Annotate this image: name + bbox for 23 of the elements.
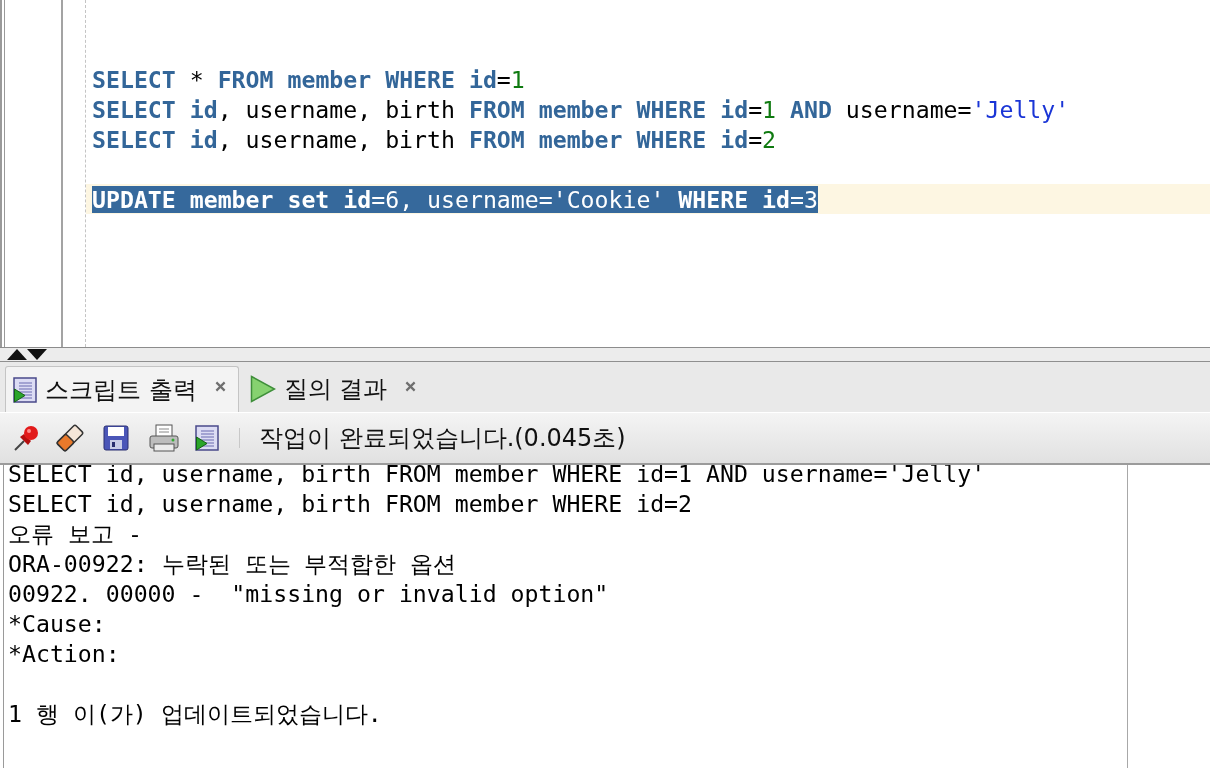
output-line: 1 행 이(가) 업데이트되었습니다. <box>8 699 382 729</box>
pushpin-icon[interactable] <box>13 424 41 452</box>
output-line: SELECT id, username, birth FROM member WHERE id=1 AND username='Jelly' <box>8 465 986 489</box>
down-triangle-icon[interactable] <box>27 349 47 360</box>
output-line: SELECT id, username, birth FROM member WHERE id=2 <box>8 489 693 519</box>
up-triangle-icon[interactable] <box>7 349 27 360</box>
code-line: SELECT id, username, birth FROM member WHERE id=2 <box>92 125 777 153</box>
close-icon[interactable] <box>405 380 417 392</box>
output-line: 00922. 00000 - "missing or invalid option" <box>8 579 609 609</box>
code-line: SELECT id, username, birth FROM member WHERE id=1 AND username='Jelly' <box>92 95 1070 123</box>
code-line: SELECT * FROM member WHERE id=1 <box>92 65 525 93</box>
panel-tab[interactable]: 스크립트 출력 <box>5 366 239 412</box>
output-line: ORA-00922: 누락된 또는 부적합한 옵션 <box>8 549 457 579</box>
panel-tab[interactable]: 질의 결과 <box>238 366 430 412</box>
printer-icon[interactable] <box>149 424 179 452</box>
output-line: *Action: <box>8 639 120 669</box>
close-icon[interactable] <box>214 381 226 392</box>
output-line: 오류 보고 - <box>8 519 142 549</box>
document-play-icon[interactable] <box>195 425 219 451</box>
document-play-icon <box>13 376 37 403</box>
play-triangle-icon <box>249 375 276 403</box>
status-message: 작업이 완료되었습니다.(0.045초) <box>259 423 626 454</box>
output-line: *Cause: <box>8 609 106 639</box>
